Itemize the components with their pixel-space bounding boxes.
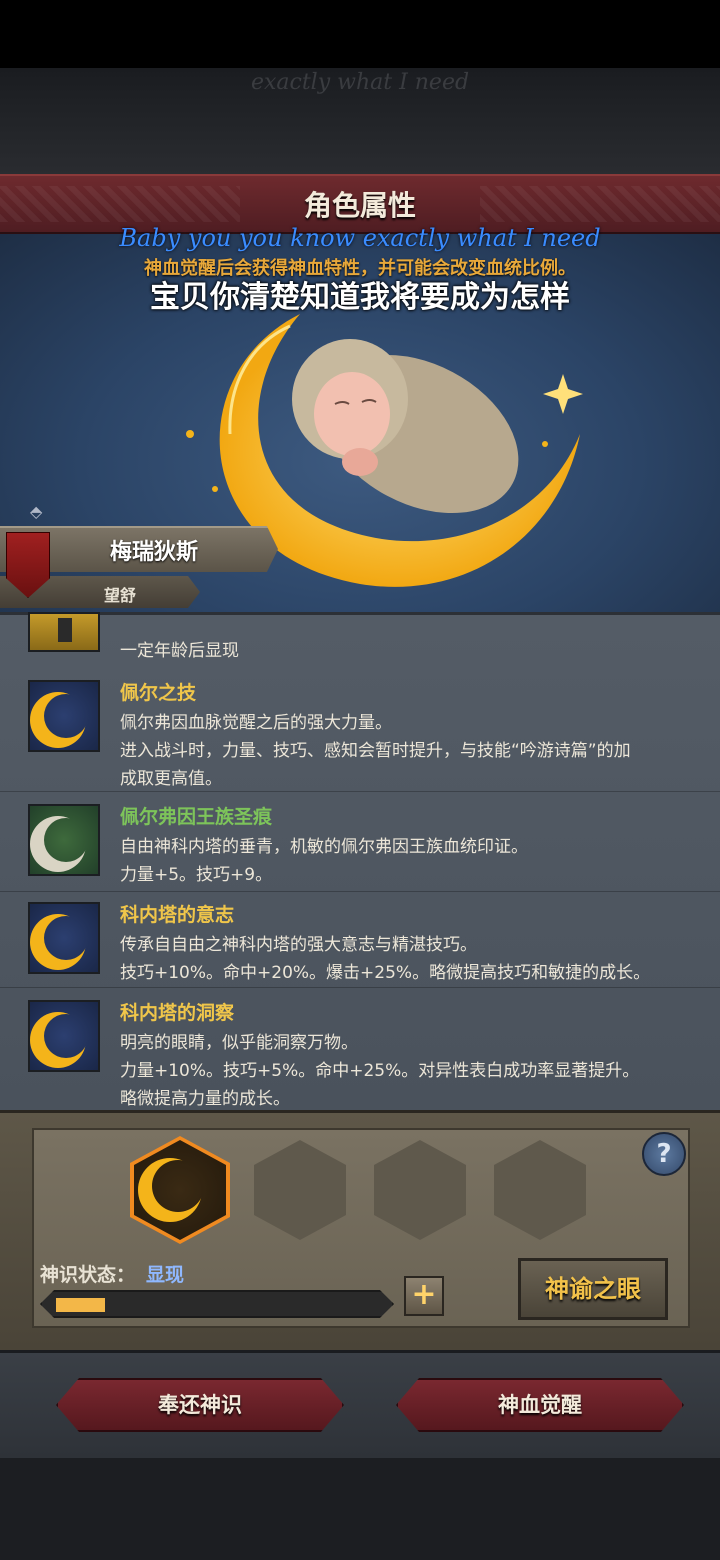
trait-item[interactable]: 佩尔弗因王族圣痕 自由神科内塔的垂青，机敏的佩尔弗因王族血统印证。 力量+5。技… bbox=[0, 794, 720, 892]
trait-desc-line: 佩尔弗因血脉觉醒之后的强大力量。 bbox=[120, 713, 392, 733]
trait-desc-line: 力量+10%。技巧+5%。命中+25%。对异性表白成功率显著提升。 bbox=[120, 1061, 640, 1081]
trait-desc-line: 力量+5。技巧+9。 bbox=[120, 865, 273, 885]
return-divine-button[interactable]: 奉还神识 bbox=[56, 1378, 344, 1432]
trait-desc-line: 传承自自由之神科内塔的强大意志与精湛技巧。 bbox=[120, 935, 477, 955]
status-bar-area bbox=[0, 0, 720, 68]
tower-icon bbox=[28, 612, 100, 652]
trait-title: 科内塔的意志 bbox=[120, 904, 235, 926]
trait-desc-line: 进入战斗时，力量、技巧、感知会暂时提升，与技能“吟游诗篇”的加 bbox=[120, 741, 631, 761]
crescent-moon-icon bbox=[152, 1160, 204, 1212]
divine-state-label: 神识状态： bbox=[40, 1264, 136, 1286]
crescent-moon-icon bbox=[28, 680, 100, 752]
trait-item[interactable]: 科内塔的意志 传承自自由之神科内塔的强大意志与精湛技巧。 技巧+10%。命中+2… bbox=[0, 892, 720, 988]
trait-title: 佩尔弗因王族圣痕 bbox=[120, 806, 273, 828]
crescent-moon-icon bbox=[28, 902, 100, 974]
lyric-english: Baby you you know exactly what I need bbox=[119, 224, 601, 252]
trait-item[interactable]: 科内塔的洞察 明亮的眼睛，似乎能洞察万物。 力量+10%。技巧+5%。命中+25… bbox=[0, 990, 720, 1110]
blood-awaken-button[interactable]: 神血觉醒 bbox=[396, 1378, 684, 1432]
bottom-area bbox=[0, 1458, 720, 1560]
silver-moon-icon bbox=[28, 804, 100, 876]
trait-desc-line: 成取更高值。 bbox=[120, 769, 222, 789]
trait-desc-line: 技巧+10%。命中+20%。爆击+25%。略微提高技巧和敏捷的成长。 bbox=[120, 963, 651, 983]
divine-progress-bar bbox=[40, 1290, 394, 1318]
trait-desc-line: 略微提高力量的成长。 bbox=[120, 1089, 290, 1109]
crescent-moon-icon bbox=[28, 1000, 100, 1072]
trait-item[interactable]: 佩尔之技 佩尔弗因血脉觉醒之后的强大力量。 进入战斗时，力量、技巧、感知会暂时提… bbox=[0, 668, 720, 792]
lyric-chinese: 宝贝你清楚知道我将要成为怎样 bbox=[150, 280, 570, 315]
page-title: 角色属性 bbox=[303, 189, 416, 222]
oracle-eye-button[interactable]: 神谕之眼 bbox=[518, 1258, 668, 1320]
trait-partial-line: 一定年龄后显现 bbox=[120, 641, 239, 661]
trait-desc-line: 自由神科内塔的垂青，机敏的佩尔弗因王族血统印证。 bbox=[120, 837, 528, 857]
trait-title: 科内塔的洞察 bbox=[120, 1002, 235, 1024]
divine-state-value: 显现 bbox=[146, 1264, 185, 1286]
sparkle-star bbox=[543, 374, 583, 414]
trait-title: 佩尔之技 bbox=[120, 682, 197, 704]
baby-face bbox=[314, 372, 390, 456]
trait-desc-line: 明亮的眼睛，似乎能洞察万物。 bbox=[120, 1033, 358, 1053]
help-icon[interactable]: ? bbox=[642, 1132, 686, 1176]
rank-icon: ⬘ bbox=[30, 502, 43, 521]
add-progress-button[interactable]: + bbox=[404, 1276, 444, 1316]
divine-progress-fill bbox=[56, 1298, 105, 1312]
character-subtitle: 望舒 bbox=[104, 586, 137, 605]
character-name: 梅瑞狄斯 bbox=[110, 540, 199, 565]
faint-lyric: exactly what I need bbox=[250, 70, 470, 95]
